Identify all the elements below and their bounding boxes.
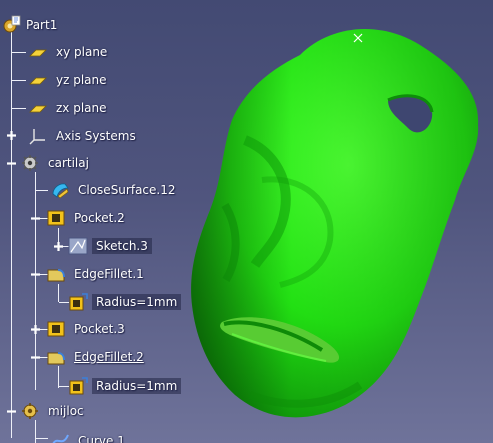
tree-node-sketch-3[interactable]: Sketch.3: [68, 235, 152, 257]
tree-node-label: EdgeFillet.1: [74, 267, 144, 281]
tree-node-mijloc[interactable]: mijloc: [20, 400, 88, 422]
tree-line: [12, 80, 26, 81]
tree-node-label: EdgeFillet.2: [74, 350, 144, 364]
tree-line: [12, 108, 26, 109]
axis-system-icon: [28, 126, 48, 146]
collapse-icon[interactable]: [30, 352, 41, 363]
collapse-icon[interactable]: [30, 269, 41, 280]
tree-node-axis-systems[interactable]: Axis Systems: [28, 125, 140, 147]
specification-tree: Part1 xy plane yz plane zx plane Axis Sy…: [0, 0, 260, 443]
tree-node-label: Sketch.3: [92, 238, 152, 254]
tree-node-curve-1[interactable]: Curve.1: [50, 430, 129, 443]
tree-node-label: Radius=1mm: [92, 294, 182, 310]
edge-fillet-icon: [46, 347, 66, 367]
3d-viewport[interactable]: Part1 xy plane yz plane zx plane Axis Sy…: [0, 0, 493, 443]
tree-node-cartilaj[interactable]: cartilaj: [20, 152, 93, 174]
tree-node-label: Part1: [26, 18, 58, 32]
tree-node-yz-plane[interactable]: yz plane: [28, 69, 111, 91]
sketch-icon: [68, 236, 88, 256]
crosshair-icon: [353, 33, 363, 43]
tree-line: [58, 284, 59, 302]
collapse-icon[interactable]: [30, 213, 41, 224]
tree-node-radius-parameter[interactable]: Radius=1mm: [68, 375, 182, 397]
tree-node-label: mijloc: [48, 404, 84, 418]
body-gear-icon: [20, 153, 40, 173]
tree-node-edgefillet-1[interactable]: EdgeFillet.1: [46, 263, 148, 285]
part-icon: [2, 15, 22, 35]
tree-node-label: Pocket.2: [74, 211, 125, 225]
tree-node-part1[interactable]: Part1: [2, 14, 61, 36]
tree-node-label: yz plane: [56, 73, 107, 87]
tree-line: [58, 366, 59, 388]
tree-line: [35, 420, 36, 443]
collapse-icon[interactable]: [6, 158, 17, 169]
plane-icon: [28, 98, 48, 118]
tree-line: [36, 190, 48, 191]
pocket-icon: [46, 319, 66, 339]
tree-node-radius-parameter[interactable]: Radius=1mm: [68, 291, 182, 313]
curve-icon: [50, 431, 70, 443]
tree-node-xy-plane[interactable]: xy plane: [28, 41, 111, 63]
tree-node-label: Curve.1: [78, 434, 125, 443]
expand-icon[interactable]: [6, 130, 17, 141]
tree-node-label: cartilaj: [48, 156, 89, 170]
pocket-icon: [46, 208, 66, 228]
edge-fillet-icon: [46, 264, 66, 284]
tree-node-edgefillet-2[interactable]: EdgeFillet.2: [46, 346, 148, 368]
tree-line: [11, 28, 12, 438]
tree-node-label: CloseSurface.12: [78, 183, 176, 197]
parameter-icon: [68, 376, 88, 396]
plane-icon: [28, 42, 48, 62]
plane-icon: [28, 70, 48, 90]
tree-node-label: Radius=1mm: [92, 378, 182, 394]
tree-line: [12, 52, 26, 53]
parameter-icon: [68, 292, 88, 312]
tree-node-zx-plane[interactable]: zx plane: [28, 97, 111, 119]
tree-node-label: Pocket.3: [74, 322, 125, 336]
tree-node-label: Axis Systems: [56, 129, 136, 143]
tree-node-closesurface-12[interactable]: CloseSurface.12: [50, 179, 180, 201]
tree-node-label: xy plane: [56, 45, 108, 59]
tree-node-pocket-3[interactable]: Pocket.3: [46, 318, 129, 340]
tree-node-pocket-2[interactable]: Pocket.2: [46, 207, 129, 229]
body-gear-icon: [20, 401, 40, 421]
collapse-icon[interactable]: [6, 406, 17, 417]
close-surface-icon: [50, 180, 70, 200]
expand-icon[interactable]: [53, 241, 64, 252]
tree-line: [36, 438, 48, 439]
tree-node-label: zx plane: [56, 101, 107, 115]
expand-icon[interactable]: [30, 324, 41, 335]
